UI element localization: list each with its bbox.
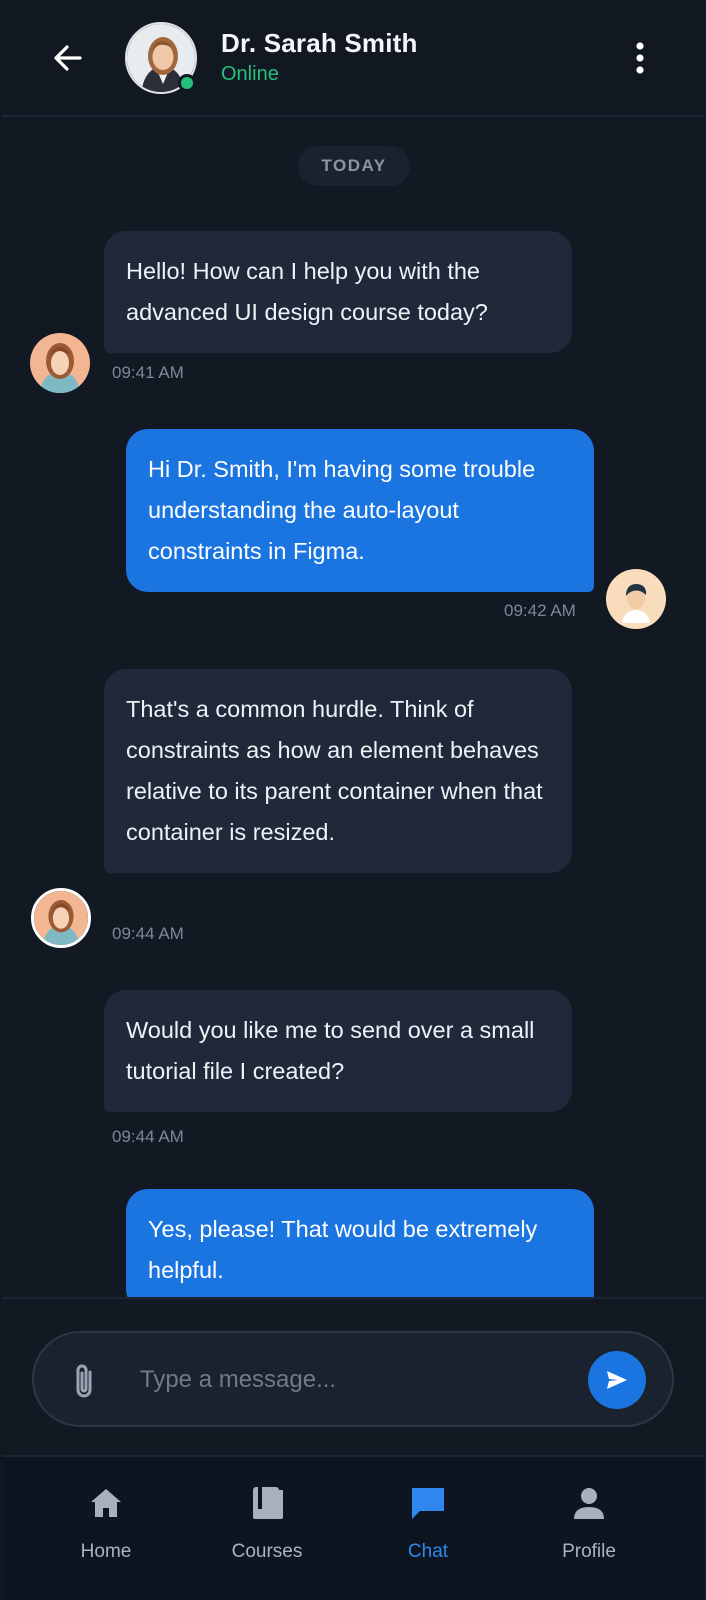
message-text: Yes, please! That would be extremely hel… — [148, 1216, 538, 1283]
message-text: Hi Dr. Smith, I'm having some trouble un… — [148, 456, 536, 564]
paperclip-icon — [76, 1364, 92, 1398]
message-bubble-incoming[interactable]: Hello! How can I help you with the advan… — [104, 231, 572, 353]
book-icon — [253, 1487, 283, 1519]
bottom-navigation: Home Courses Chat Profile — [2, 1455, 704, 1600]
message-timestamp: 09:44 AM — [112, 924, 184, 943]
chat-icon — [412, 1488, 444, 1519]
nav-item-home[interactable]: Home — [41, 1479, 171, 1579]
send-icon — [607, 1371, 627, 1389]
online-status-dot — [178, 74, 196, 92]
message-timestamp: 09:42 AM — [504, 601, 576, 620]
back-button[interactable] — [46, 36, 90, 80]
nav-item-courses[interactable]: Courses — [202, 1479, 332, 1579]
message-bubble-outgoing[interactable]: Hi Dr. Smith, I'm having some trouble un… — [126, 429, 594, 592]
nav-label: Courses — [231, 1541, 303, 1562]
message-timestamp: 09:41 AM — [112, 363, 184, 382]
contact-name: Dr. Sarah Smith — [221, 28, 418, 58]
message-text: That's a common hurdle. Think of constra… — [126, 696, 543, 845]
message-input[interactable] — [140, 1353, 560, 1407]
send-button[interactable] — [588, 1351, 646, 1409]
nav-label: Profile — [562, 1541, 616, 1562]
message-list[interactable]: TODAY Hello! How can I help you with the… — [2, 119, 704, 1297]
instructor-avatar — [30, 333, 90, 393]
message-bubble-incoming[interactable]: That's a common hurdle. Think of constra… — [104, 669, 572, 873]
message-bubble-incoming[interactable]: Would you like me to send over a small t… — [104, 990, 572, 1112]
contact-avatar[interactable] — [125, 22, 197, 94]
message-timestamp: 09:44 AM — [112, 1127, 184, 1146]
arrow-left-icon — [54, 45, 82, 71]
instructor-avatar — [31, 888, 91, 948]
message-text: Would you like me to send over a small t… — [126, 1017, 535, 1084]
nav-label: Chat — [407, 1541, 449, 1562]
user-avatar — [606, 569, 666, 629]
chat-header: Dr. Sarah Smith Online — [2, 0, 704, 117]
person-icon — [574, 1488, 604, 1519]
message-bubble-outgoing[interactable]: Yes, please! That would be extremely hel… — [126, 1189, 594, 1297]
nav-label: Home — [80, 1541, 132, 1562]
more-options-button[interactable] — [620, 38, 660, 78]
nav-item-chat[interactable]: Chat — [363, 1479, 493, 1579]
nav-item-profile[interactable]: Profile — [524, 1479, 654, 1579]
contact-status: Online — [221, 63, 279, 85]
message-input-container — [32, 1331, 674, 1427]
message-text: Hello! How can I help you with the advan… — [126, 258, 488, 325]
home-icon — [91, 1489, 121, 1517]
message-composer — [2, 1297, 704, 1455]
day-separator: TODAY — [298, 146, 410, 186]
attach-button[interactable] — [66, 1361, 102, 1401]
more-vertical-icon — [636, 42, 644, 74]
chat-screen: Dr. Sarah Smith Online TODAY Hello! How … — [2, 0, 704, 1600]
